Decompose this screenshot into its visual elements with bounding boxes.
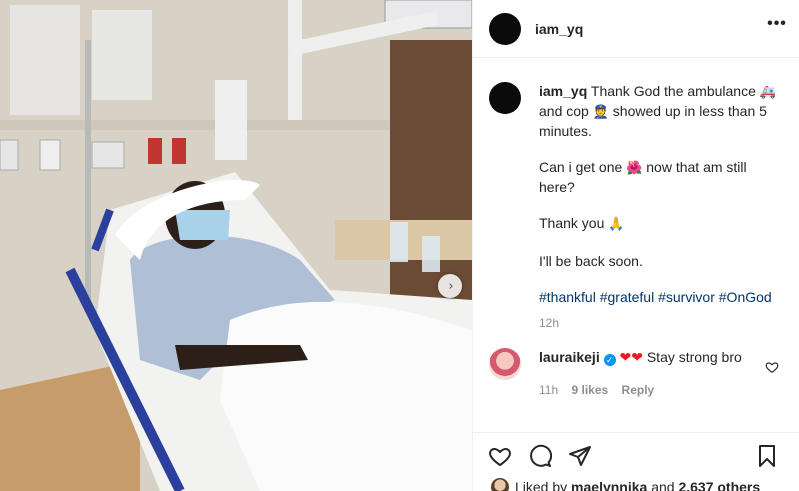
heart-icon — [489, 447, 511, 466]
comment-body: lauraikeji ✓ ❤❤ Stay strong bro 11h 9 li… — [539, 348, 759, 399]
liked-by-line: Liked by maelynnika and 2,637 others — [491, 478, 760, 491]
author-username[interactable]: iam_yq — [535, 21, 583, 37]
likes-count[interactable]: 2,637 others — [678, 479, 760, 491]
police-officer-emoji: 👮 — [592, 105, 609, 120]
caption-text: Thank you — [539, 215, 605, 231]
caption-paragraph-1: iam_yq Thank God the ambulance 🚑 and cop… — [539, 82, 779, 140]
liker-username[interactable]: maelynnika — [571, 479, 647, 491]
instagram-post: › iam_yq ••• iam_yq Thank God the ambula… — [0, 0, 799, 491]
commenter-username[interactable]: lauraikeji — [539, 349, 600, 365]
post-photo[interactable]: › — [0, 0, 472, 491]
caption-timestamp[interactable]: 12h — [539, 314, 779, 332]
verified-badge-icon: ✓ — [603, 354, 616, 366]
comment-meta: 11h 9 likes Reply — [539, 381, 759, 399]
comment-timestamp[interactable]: 11h — [539, 383, 558, 397]
caption-body: iam_yq Thank God the ambulance 🚑 and cop… — [539, 82, 779, 332]
action-bar — [473, 432, 799, 478]
post-side-panel: iam_yq ••• iam_yq Thank God the ambulanc… — [472, 0, 799, 491]
more-icon: ••• — [767, 15, 787, 32]
liked-by-prefix: Liked by — [515, 479, 568, 491]
comment: lauraikeji ✓ ❤❤ Stay strong bro 11h 9 li… — [489, 348, 789, 399]
pray-emoji: 🙏 — [608, 217, 625, 232]
caption-username[interactable]: iam_yq — [539, 83, 587, 99]
caption-text: and cop — [539, 103, 589, 119]
bookmark-icon — [759, 445, 775, 467]
comment-likes[interactable]: 9 likes — [571, 383, 608, 397]
reply-button[interactable]: Reply — [622, 383, 655, 397]
caption-hashtags[interactable]: #thankful #grateful #survivor #OnGod — [539, 288, 779, 306]
caption-paragraph-2: Can i get one 🌺 now that am still here? — [539, 158, 779, 196]
liked-by-and: and — [651, 479, 675, 491]
caption-paragraph-3: Thank you 🙏 — [539, 214, 779, 234]
ambulance-emoji: 🚑 — [759, 85, 776, 100]
hospital-photo — [0, 0, 472, 491]
share-button[interactable] — [567, 443, 593, 469]
comment-heart-icon[interactable] — [765, 360, 779, 374]
next-photo-button[interactable]: › — [438, 274, 462, 298]
post-header: iam_yq ••• — [473, 0, 799, 58]
caption: iam_yq Thank God the ambulance 🚑 and cop… — [489, 82, 789, 332]
chevron-right-icon: › — [448, 278, 454, 294]
author-avatar[interactable] — [489, 12, 521, 45]
caption-paragraph-4: I'll be back soon. — [539, 253, 643, 269]
like-button[interactable] — [487, 443, 513, 469]
caption-text: Can i get one — [539, 159, 623, 175]
comment-button[interactable] — [527, 443, 553, 469]
liker-avatar[interactable] — [491, 478, 509, 491]
save-button[interactable] — [754, 443, 780, 469]
caption-text: Thank God the ambulance — [590, 83, 756, 99]
hibiscus-emoji: 🌺 — [626, 161, 643, 176]
commenter-avatar[interactable] — [489, 348, 521, 380]
comment-icon — [530, 444, 552, 467]
more-options-button[interactable]: ••• — [765, 12, 789, 36]
paper-plane-icon — [569, 445, 591, 466]
caption-avatar[interactable] — [489, 82, 521, 114]
hearts-emoji: ❤❤ — [619, 350, 643, 366]
comment-text: Stay strong bro — [646, 349, 742, 365]
